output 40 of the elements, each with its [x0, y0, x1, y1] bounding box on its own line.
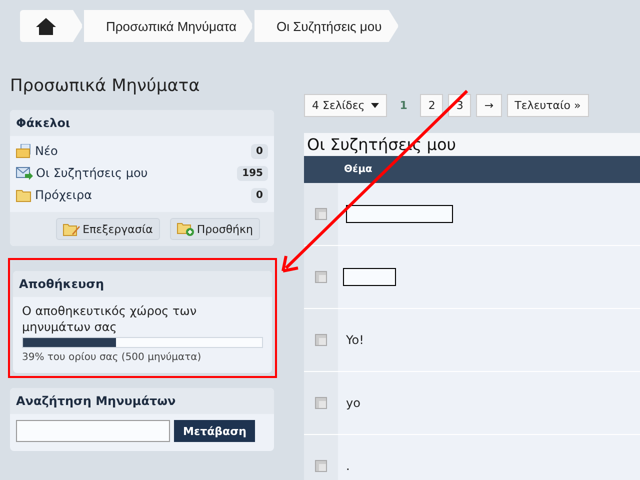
message-icon — [315, 208, 327, 220]
panel-title: Αναζήτηση Μηνυμάτων — [10, 388, 274, 414]
storage-description: Ο αποθηκευτικός χώρος των μηνυμάτων σας — [21, 303, 198, 335]
panel-title: Φάκελοι — [10, 110, 274, 136]
folder-link[interactable]: Νέο — [35, 144, 248, 158]
breadcrumb-link[interactable]: Οι Συζητήσεις μου — [254, 10, 399, 42]
page-link[interactable]: 1 — [392, 94, 416, 117]
page-link[interactable]: 2 — [420, 94, 444, 117]
folder-pencil-icon — [62, 222, 80, 236]
conversation-link[interactable]: yo — [346, 396, 360, 410]
message-icon — [315, 397, 327, 409]
message-count: 0 — [251, 144, 268, 158]
redaction-box — [343, 268, 396, 286]
conversation-link[interactable]: Yo! — [346, 333, 364, 347]
folder-document-icon — [16, 144, 32, 158]
folder-link[interactable]: Οι Συζητήσεις μου — [36, 166, 234, 180]
add-button[interactable]: Προσθήκη — [170, 218, 260, 240]
breadcrumb-link[interactable]: Προσωπικά Μηνύματα — [84, 10, 254, 42]
conversation-link[interactable]: . — [346, 459, 350, 473]
edit-button[interactable]: Επεξεργασία — [56, 218, 160, 240]
page-title: Προσωπικά Μηνύματα — [10, 76, 201, 96]
pages-dropdown[interactable]: 4 Σελίδες — [304, 94, 387, 117]
storage-note: 39% του ορίου σας (500 μηνύματα) — [22, 352, 202, 363]
column-header: Θέμα — [344, 164, 372, 175]
folder-plus-icon — [176, 222, 194, 236]
panel-title: Αποθήκευση — [13, 271, 272, 297]
go-button[interactable]: Μετάβαση — [174, 420, 256, 442]
last-page-button[interactable]: Τελευταίο » — [506, 94, 589, 117]
message-icon — [315, 334, 327, 346]
message-icon — [315, 460, 327, 472]
message-count: 195 — [237, 166, 268, 180]
message-icon — [315, 271, 327, 283]
home-icon — [36, 18, 56, 34]
folder-icon — [16, 188, 32, 202]
message-count: 0 — [251, 188, 268, 202]
next-page-button[interactable]: → — [476, 94, 502, 117]
home-link[interactable] — [20, 10, 83, 42]
search-field[interactable] — [16, 420, 170, 442]
folder-link[interactable]: Πρόχειρα — [35, 188, 248, 202]
caret-icon — [370, 103, 379, 108]
